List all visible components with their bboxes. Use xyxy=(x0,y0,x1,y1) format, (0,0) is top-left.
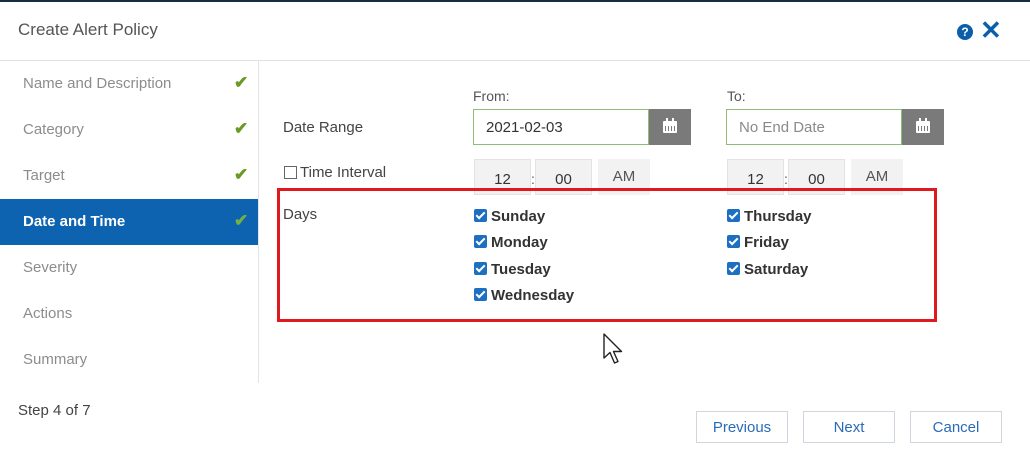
dialog-header: Create Alert Policy ? ✕ xyxy=(0,2,1030,61)
previous-button[interactable]: Previous xyxy=(696,411,788,443)
help-icon[interactable]: ? xyxy=(957,24,973,40)
sunday-label: Sunday xyxy=(491,208,546,225)
step-date-and-time[interactable]: Date and Time ✔ xyxy=(0,199,258,245)
next-button[interactable]: Next xyxy=(803,411,895,443)
to-calendar-button[interactable] xyxy=(902,109,944,145)
cancel-button[interactable]: Cancel xyxy=(910,411,1002,443)
step-target[interactable]: Target ✔ xyxy=(0,153,258,199)
step-summary[interactable]: Summary xyxy=(0,337,258,383)
step-name-and-description[interactable]: Name and Description ✔ xyxy=(0,61,258,107)
step-label: Name and Description xyxy=(23,75,172,92)
sunday-checkbox[interactable] xyxy=(474,209,487,222)
tuesday-label: Tuesday xyxy=(491,261,551,278)
friday-label: Friday xyxy=(744,234,790,251)
to-label: To: xyxy=(727,88,746,104)
days-label: Days xyxy=(283,206,318,223)
mouse-cursor-icon xyxy=(603,333,623,364)
from-label: From: xyxy=(473,88,510,104)
thursday-label: Thursday xyxy=(744,208,812,225)
date-range-label: Date Range xyxy=(283,119,364,136)
wednesday-checkbox[interactable] xyxy=(474,288,487,301)
saturday-label: Saturday xyxy=(744,261,809,278)
monday-label: Monday xyxy=(491,234,548,251)
check-icon: ✔ xyxy=(234,165,249,184)
wizard-steps-sidebar: Name and Description ✔ Category ✔ Target… xyxy=(0,61,259,383)
from-calendar-button[interactable] xyxy=(649,109,691,145)
to-date-input[interactable] xyxy=(726,109,902,145)
friday-checkbox[interactable] xyxy=(727,235,740,248)
check-icon: ✔ xyxy=(234,119,249,138)
step-label: Date and Time xyxy=(23,213,126,230)
days-highlight-box xyxy=(277,188,937,322)
step-count: Step 4 of 7 xyxy=(18,402,91,419)
time-interval-checkbox[interactable] xyxy=(284,166,297,179)
step-severity[interactable]: Severity xyxy=(0,245,258,291)
dialog-title: Create Alert Policy xyxy=(18,20,158,39)
step-label: Actions xyxy=(23,305,73,322)
step-category[interactable]: Category ✔ xyxy=(0,107,258,153)
thursday-checkbox[interactable] xyxy=(727,209,740,222)
saturday-checkbox[interactable] xyxy=(727,262,740,275)
tuesday-checkbox[interactable] xyxy=(474,262,487,275)
close-icon[interactable]: ✕ xyxy=(980,15,1002,45)
wednesday-label: Wednesday xyxy=(491,287,575,304)
check-icon: ✔ xyxy=(234,73,249,92)
create-alert-policy-dialog: Create Alert Policy ? ✕ Name and Descrip… xyxy=(0,2,1030,461)
step-label: Target xyxy=(23,167,65,184)
from-date-input[interactable] xyxy=(473,109,649,145)
step-label: Category xyxy=(23,121,84,138)
calendar-icon xyxy=(916,118,930,133)
step-label: Summary xyxy=(23,351,88,368)
step-label: Severity xyxy=(23,259,78,276)
check-icon: ✔ xyxy=(234,211,249,230)
monday-checkbox[interactable] xyxy=(474,235,487,248)
time-interval-label: Time Interval xyxy=(300,164,387,181)
step-actions[interactable]: Actions xyxy=(0,291,258,337)
calendar-icon xyxy=(663,118,677,133)
